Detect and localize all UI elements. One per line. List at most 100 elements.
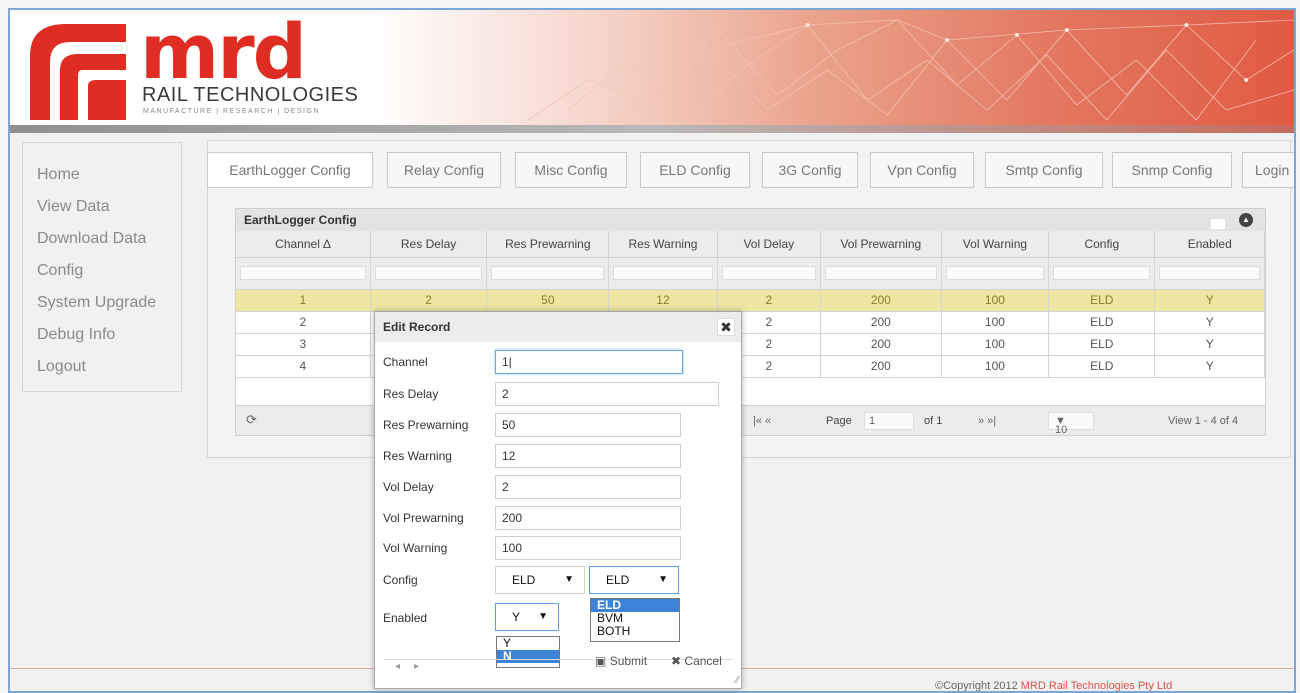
- cell: ELD: [1048, 289, 1156, 312]
- page-count: of 1: [924, 415, 943, 427]
- vol-prewarning-input[interactable]: 200: [495, 506, 681, 530]
- col-header-channel[interactable]: Channel ∆: [236, 231, 371, 258]
- config-select[interactable]: ELD ▼: [495, 566, 585, 594]
- res-delay-input[interactable]: 2: [495, 382, 719, 406]
- filter-input[interactable]: [721, 266, 816, 280]
- label-config: Config: [383, 573, 418, 587]
- resize-handle-icon[interactable]: ∕∕: [736, 675, 739, 686]
- pager-first-prev-icon[interactable]: |« «: [753, 415, 771, 427]
- nav-view-data[interactable]: View Data: [23, 191, 181, 223]
- tab-login[interactable]: Login: [1242, 152, 1294, 188]
- res-prewarning-input[interactable]: 50: [495, 413, 681, 437]
- nav-download-data[interactable]: Download Data: [23, 223, 181, 255]
- cell: Y: [1154, 333, 1265, 356]
- submit-label: Submit: [609, 654, 648, 668]
- copyright-brand-link[interactable]: MRD Rail Technologies Pty Ltd: [1021, 680, 1172, 691]
- config-select-open-value: ELD: [606, 573, 630, 587]
- col-header-vol-prewarning[interactable]: Vol Prewarning: [820, 231, 942, 258]
- tab-3g-config[interactable]: 3G Config: [762, 152, 858, 188]
- close-icon[interactable]: ✖: [717, 318, 735, 336]
- tab-vpn-config[interactable]: Vpn Config: [870, 152, 974, 188]
- label-vol-warning: Vol Warning: [383, 541, 448, 555]
- filter-row: [236, 257, 1265, 290]
- filter-input[interactable]: [945, 266, 1045, 280]
- res-warning-input[interactable]: 12: [495, 444, 681, 468]
- filter-input[interactable]: [1053, 266, 1151, 280]
- tab-misc-config[interactable]: Misc Config: [515, 152, 627, 188]
- filter-input[interactable]: [240, 266, 366, 280]
- label-vol-prewarning: Vol Prewarning: [383, 511, 464, 525]
- brand-subline: MANUFACTURE | RESEARCH | DESIGN: [143, 108, 320, 115]
- prev-record-icon[interactable]: ◂: [395, 661, 400, 672]
- save-icon: ▣: [595, 654, 607, 668]
- filter-input[interactable]: [1159, 266, 1260, 280]
- cell: 2: [370, 289, 488, 312]
- dialog-header: Edit Record ✖: [375, 312, 741, 342]
- grid-option-box[interactable]: [1211, 219, 1225, 229]
- page-input[interactable]: 1: [864, 412, 914, 430]
- tab-earthlogger-config[interactable]: EarthLogger Config: [207, 152, 373, 188]
- cell: 2: [236, 311, 371, 334]
- pager-next-last-icon[interactable]: » »|: [978, 415, 996, 427]
- copyright: ©Copyright 2012 MRD Rail Technologies Pt…: [935, 680, 1172, 691]
- table-row[interactable]: 1 2 50 12 2 200 100 ELD Y: [236, 289, 1265, 312]
- mrd-logo-icon: [30, 24, 126, 120]
- cell: 200: [820, 311, 942, 334]
- cell: 100: [941, 355, 1050, 378]
- tab-eld-config[interactable]: ELD Config: [640, 152, 750, 188]
- col-header-vol-delay[interactable]: Vol Delay: [717, 231, 821, 258]
- cell: 200: [820, 355, 942, 378]
- cell: ELD: [1048, 333, 1156, 356]
- cell: 100: [941, 289, 1050, 312]
- cell: 2: [717, 289, 821, 312]
- vol-warning-input[interactable]: 100: [495, 536, 681, 560]
- chevron-down-icon: ▼: [564, 574, 574, 585]
- collapse-icon[interactable]: ▲: [1239, 213, 1253, 227]
- col-header-res-prewarning[interactable]: Res Prewarning: [486, 231, 610, 258]
- nav-debug-info[interactable]: Debug Info: [23, 319, 181, 351]
- cell: 4: [236, 355, 371, 378]
- label-res-delay: Res Delay: [383, 387, 439, 401]
- filter-input[interactable]: [491, 266, 605, 280]
- cell: ELD: [1048, 355, 1156, 378]
- col-header-vol-warning[interactable]: Vol Warning: [941, 231, 1050, 258]
- cell: Y: [1154, 311, 1265, 334]
- nav-config[interactable]: Config: [23, 255, 181, 287]
- tab-snmp-config[interactable]: Snmp Config: [1112, 152, 1232, 188]
- cancel-label: Cancel: [684, 654, 722, 668]
- next-record-icon[interactable]: ▸: [414, 661, 419, 672]
- cancel-button[interactable]: ✖ Cancel: [671, 654, 722, 668]
- filter-input[interactable]: [613, 266, 713, 280]
- view-count: View 1 - 4 of 4: [1168, 415, 1239, 427]
- filter-input[interactable]: [824, 266, 937, 280]
- page-label: Page: [826, 415, 852, 427]
- col-header-config[interactable]: Config: [1048, 231, 1156, 258]
- col-header-enabled[interactable]: Enabled: [1154, 231, 1265, 258]
- nav-logout[interactable]: Logout: [23, 351, 181, 383]
- refresh-icon[interactable]: ⟳: [246, 412, 257, 428]
- cell: Y: [1154, 355, 1265, 378]
- enabled-select[interactable]: Y ▼: [495, 603, 559, 631]
- grid-title-text: EarthLogger Config: [244, 213, 357, 227]
- cell: 1: [236, 289, 371, 312]
- submit-button[interactable]: ▣ Submit: [595, 654, 647, 668]
- config-option-both[interactable]: BOTH: [591, 625, 679, 638]
- col-header-res-delay[interactable]: Res Delay: [370, 231, 488, 258]
- tab-smtp-config[interactable]: Smtp Config: [985, 152, 1103, 188]
- config-select-open[interactable]: ELD ▼: [589, 566, 679, 594]
- page-size-select[interactable]: 10 ▼: [1048, 412, 1094, 436]
- enabled-option-n[interactable]: N: [497, 650, 559, 663]
- vol-delay-input[interactable]: 2: [495, 475, 681, 499]
- filter-input[interactable]: [374, 266, 483, 280]
- channel-input[interactable]: 1|: [495, 350, 683, 374]
- nav-system-upgrade[interactable]: System Upgrade: [23, 287, 181, 319]
- grid-title: EarthLogger Config ▲: [236, 209, 1265, 231]
- header-banner: mrd RAIL TECHNOLOGIES MANUFACTURE | RESE…: [10, 10, 1294, 128]
- tab-relay-config[interactable]: Relay Config: [387, 152, 501, 188]
- nav-home[interactable]: Home: [23, 159, 181, 191]
- label-vol-delay: Vol Delay: [383, 480, 434, 494]
- cell: 12: [608, 289, 718, 312]
- cell: ELD: [1048, 311, 1156, 334]
- col-header-res-warning[interactable]: Res Warning: [608, 231, 718, 258]
- cancel-icon: ✖: [671, 654, 682, 668]
